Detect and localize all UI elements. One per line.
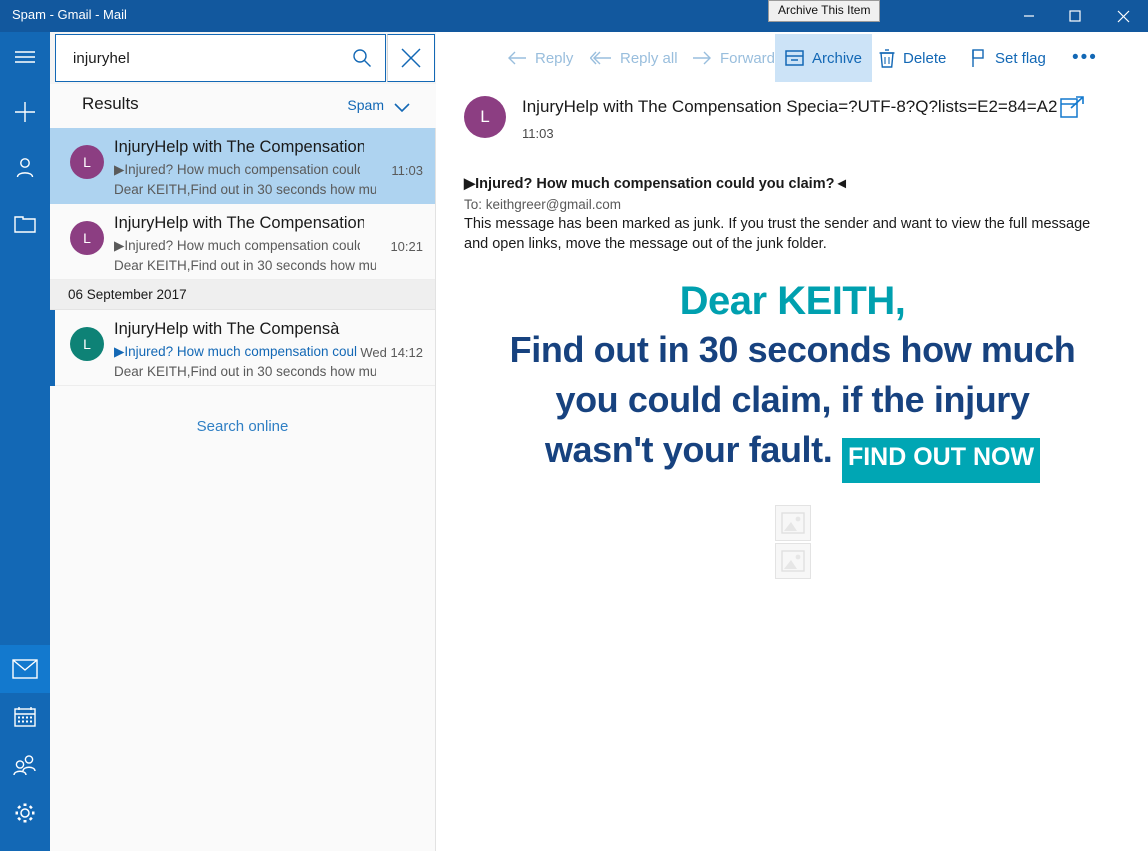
message-subject-line: ▶Injured? How much compensation could yo…: [464, 176, 849, 192]
promo-line3: wasn't your fault.: [544, 429, 833, 470]
message-header: L InjuryHelp with The Compensation Speci…: [437, 84, 1148, 156]
forward-label: Forward: [720, 49, 776, 67]
ellipsis-icon: •••: [1072, 47, 1098, 68]
message-preview-line1: ▶Injured? How much compensation could yo…: [114, 162, 360, 177]
list-item[interactable]: L InjuryHelp with The Compensation ▶Inju…: [50, 128, 435, 204]
avatar: L: [70, 327, 104, 361]
accounts-person-icon[interactable]: [0, 144, 50, 192]
mail-app-window: Spam - Gmail - Mail Archive This Item in…: [0, 0, 1148, 851]
navigation-rail: [0, 32, 50, 851]
message-time: Wed 14:12: [360, 345, 423, 360]
results-label: Results: [82, 94, 139, 113]
forward-button[interactable]: Forward: [682, 34, 785, 82]
message-subject: InjuryHelp with The Compensà: [114, 320, 340, 338]
new-mail-plus-icon[interactable]: [0, 88, 50, 136]
message-sender: InjuryHelp with The Compensation Specia=…: [522, 97, 1058, 116]
sidebar-item-people[interactable]: [0, 741, 50, 789]
broken-image-icon: [774, 505, 811, 541]
broken-image-icon: [774, 543, 811, 579]
results-header: Results Spam: [50, 84, 436, 128]
broken-image-placeholders: [437, 505, 1148, 579]
message-time: 11:03: [391, 163, 423, 178]
archive-button[interactable]: Archive: [775, 34, 873, 82]
avatar: L: [464, 96, 506, 138]
delete-label: Delete: [903, 49, 947, 67]
window-title: Spam - Gmail - Mail: [12, 7, 127, 22]
open-in-new-window-icon[interactable]: [1060, 96, 1086, 125]
avatar: L: [70, 221, 104, 255]
unread-indicator: [50, 310, 55, 386]
reply-all-icon: [590, 51, 612, 65]
window-controls: [1006, 0, 1148, 32]
command-bar: Reply Reply all Forward Archive Delete S…: [437, 32, 1148, 84]
search-icon[interactable]: [339, 48, 385, 68]
message-preview-line2: Dear KEITH,Find out in 30 seconds how mu…: [114, 182, 376, 197]
reply-arrow-icon: [507, 51, 527, 65]
reply-all-button[interactable]: Reply all: [580, 34, 688, 82]
message-list[interactable]: L InjuryHelp with The Compensation ▶Inju…: [50, 128, 436, 851]
avatar: L: [70, 145, 104, 179]
reply-button[interactable]: Reply: [497, 34, 583, 82]
clear-search-button[interactable]: [387, 34, 435, 82]
promo-line2: you could claim, if the injury: [555, 379, 1030, 420]
archive-tooltip: Archive This Item: [768, 0, 881, 22]
archive-box-icon: [785, 49, 804, 67]
date-group-header: 06 September 2017: [50, 280, 435, 310]
search-online-label: Search online: [196, 417, 289, 435]
message-recipient: To: keithgreer@gmail.com: [464, 197, 622, 212]
list-item[interactable]: L InjuryHelp with The Compensà ▶Injured?…: [50, 310, 435, 386]
promo-line3-row: wasn't your fault. FIND OUT NOW: [437, 425, 1148, 483]
message-preview-line1: ▶Injured? How much compensation coul: [114, 344, 358, 359]
promo-line1: Find out in 30 seconds how much: [509, 329, 1076, 370]
delete-button[interactable]: Delete: [869, 34, 956, 82]
sidebar-item-calendar[interactable]: [0, 693, 50, 741]
flag-icon: [971, 48, 987, 68]
promo-hero: Dear KEITH, Find out in 30 seconds how m…: [437, 277, 1148, 483]
search-input-container[interactable]: injuryhel: [55, 34, 386, 82]
junk-notice: This message has been marked as junk. If…: [464, 216, 1091, 252]
search-input[interactable]: injuryhel: [56, 50, 339, 67]
set-flag-button[interactable]: Set flag: [961, 34, 1056, 82]
message-time: 10:21: [390, 239, 423, 254]
message-subject: InjuryHelp with The Compensation: [114, 214, 364, 232]
message-preview-line1: ▶Injured? How much compensation could yo…: [114, 238, 360, 253]
message-subject: InjuryHelp with The Compensation: [114, 138, 364, 156]
sidebar-item-mail[interactable]: [0, 645, 50, 693]
maximize-button[interactable]: [1052, 0, 1098, 32]
reply-all-label: Reply all: [620, 49, 678, 67]
close-button[interactable]: [1098, 0, 1148, 32]
search-bar-row: injuryhel: [50, 32, 486, 84]
trash-icon: [879, 48, 895, 68]
folders-icon[interactable]: [0, 200, 50, 248]
find-out-now-button[interactable]: FIND OUT NOW: [841, 438, 1041, 483]
title-bar: Spam - Gmail - Mail: [0, 0, 1148, 32]
promo-greeting: Dear KEITH,: [679, 279, 906, 323]
chevron-down-icon[interactable]: [394, 100, 410, 118]
message-preview-line2: Dear KEITH,Find out in 30 seconds how mu…: [114, 258, 376, 273]
folder-filter-label[interactable]: Spam: [347, 97, 384, 113]
message-timestamp: 11:03: [522, 126, 554, 141]
reading-pane: Reply Reply all Forward Archive Delete S…: [437, 32, 1148, 851]
message-preview-line2: Dear KEITH,Find out in 30 seconds how mu: [114, 364, 376, 379]
list-item[interactable]: L InjuryHelp with The Compensation ▶Inju…: [50, 204, 435, 280]
forward-arrow-icon: [692, 51, 712, 65]
date-group-label: 06 September 2017: [68, 287, 187, 302]
archive-label: Archive: [812, 49, 863, 67]
set-flag-label: Set flag: [995, 49, 1046, 67]
more-options-button[interactable]: •••: [1062, 34, 1108, 82]
sidebar-item-settings[interactable]: [0, 789, 50, 837]
reply-label: Reply: [535, 49, 574, 67]
hamburger-menu-icon[interactable]: [0, 32, 50, 80]
message-body: Dear KEITH, Find out in 30 seconds how m…: [437, 277, 1148, 579]
search-online-link[interactable]: Search online: [50, 386, 435, 466]
minimize-button[interactable]: [1006, 0, 1052, 32]
